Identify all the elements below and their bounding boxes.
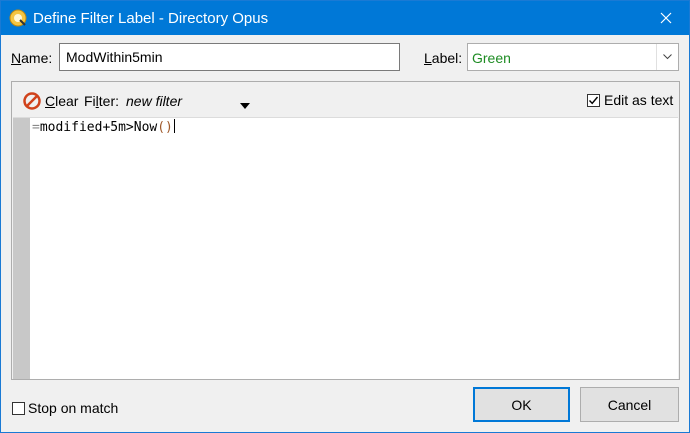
title-bar[interactable]: Define Filter Label - Directory Opus xyxy=(1,1,689,35)
text-caret xyxy=(173,119,175,133)
filter-text-editor[interactable]: =modified+5m>Now() xyxy=(13,117,678,379)
edit-as-text-checkbox[interactable]: Edit as text xyxy=(587,92,673,108)
filter-dropdown-arrow-icon[interactable] xyxy=(240,96,250,112)
filter-label: Filter: xyxy=(84,93,120,109)
name-input[interactable]: ModWithin5min xyxy=(59,43,400,71)
clear-button[interactable]: Clear xyxy=(23,91,78,111)
window-title: Define Filter Label - Directory Opus xyxy=(33,10,269,27)
edit-as-text-label: Edit as text xyxy=(604,92,674,108)
clear-button-label: Clear xyxy=(45,93,79,109)
name-field-label: Name: xyxy=(11,50,53,66)
cancel-button[interactable]: Cancel xyxy=(580,387,679,422)
filter-select-value[interactable]: new filter xyxy=(126,93,182,109)
label-dropdown[interactable]: Green xyxy=(467,43,679,71)
close-icon xyxy=(660,12,672,24)
dialog-window: Define Filter Label - Directory Opus Nam… xyxy=(0,0,690,433)
checkbox-unchecked-icon[interactable] xyxy=(12,401,25,415)
name-input-value: ModWithin5min xyxy=(66,49,163,65)
chevron-down-icon[interactable] xyxy=(656,44,678,70)
label-field-label: Label: xyxy=(424,50,463,66)
directory-opus-app-icon xyxy=(9,9,27,27)
close-button[interactable] xyxy=(643,1,689,35)
label-dropdown-value: Green xyxy=(472,50,511,66)
ok-button[interactable]: OK xyxy=(473,387,570,422)
no-entry-icon xyxy=(23,92,41,110)
checkbox-checked-icon[interactable] xyxy=(587,93,600,107)
stop-on-match-checkbox[interactable]: Stop on match xyxy=(12,400,118,416)
editor-gutter xyxy=(13,118,30,379)
filter-code-line: =modified+5m>Now() xyxy=(32,119,175,135)
stop-on-match-label: Stop on match xyxy=(28,400,119,416)
filter-group: Clear Filter: new filter Edit as text =m… xyxy=(11,81,680,380)
